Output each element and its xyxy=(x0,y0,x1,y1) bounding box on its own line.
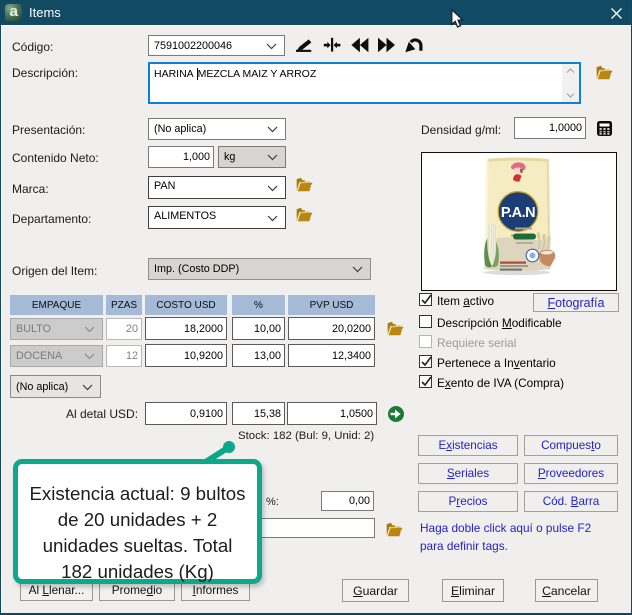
svg-text:P.A.N: P.A.N xyxy=(501,205,535,221)
